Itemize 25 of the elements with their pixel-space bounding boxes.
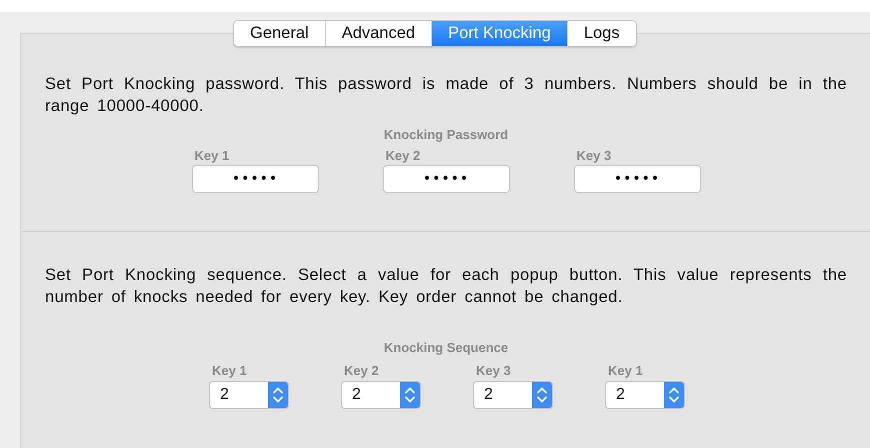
section-heading: Knocking Sequence	[382, 340, 510, 355]
stepper-icon	[664, 382, 684, 408]
popup-label: Key 1	[211, 363, 248, 379]
password-field[interactable]: •••••	[192, 165, 318, 193]
popup-label: Key 3	[475, 363, 512, 379]
stepper-icon	[268, 382, 288, 408]
field-label: Key 1	[194, 148, 230, 164]
stepper-icon	[532, 382, 552, 408]
section-heading: Knocking Password	[382, 127, 510, 142]
tab[interactable]: Logs	[568, 21, 636, 46]
field-label: Key 2	[384, 148, 422, 164]
popup-button[interactable]: 2	[605, 381, 685, 409]
popup-button[interactable]: 2	[473, 381, 553, 409]
tab[interactable]: Advanced	[326, 21, 432, 46]
popup-button[interactable]: 2	[341, 381, 421, 409]
stepper-icon	[400, 382, 420, 408]
password-description: Set Port Knocking password. This password is made of 3 numbers. Numbers should be in the range 10000-40000.	[45, 74, 847, 117]
password-field[interactable]: •••••	[574, 165, 700, 193]
password-field[interactable]: •••••	[382, 165, 510, 193]
popup-label: Key 1	[607, 363, 644, 379]
tab[interactable]: General	[234, 21, 326, 46]
field-label: Key 3	[576, 148, 612, 164]
popup-label: Key 2	[343, 363, 380, 379]
sequence-description: Set Port Knocking sequence. Select a value for each popup button. This value represents the number of knocks needed for every key. Key order cannot be changed.	[45, 265, 847, 308]
popup-button[interactable]: 2	[209, 381, 289, 409]
